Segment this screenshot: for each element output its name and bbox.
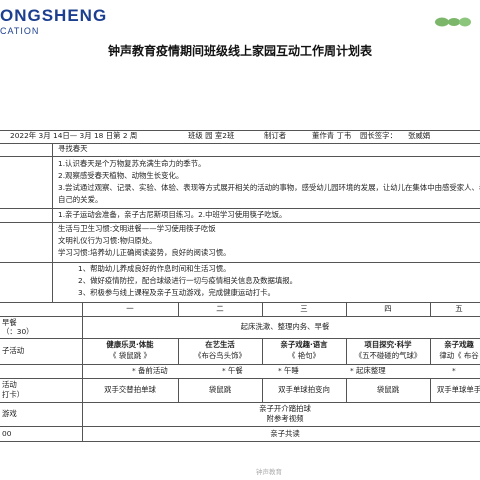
lesson-title: 在艺生活 xyxy=(205,340,235,349)
lesson-name: 《五不碰碰的气球》 xyxy=(354,351,422,360)
principal-name: 张威娟 xyxy=(408,131,431,140)
lessons-row: 子活动 健康乐灵·体能 《 袋鼠跳 》 在艺生活 《布谷鸟头饰》 亲子戏趣·语言… xyxy=(0,339,480,365)
sports-label-2: 打卡） xyxy=(2,390,25,399)
maker-field: 制订者 xyxy=(264,131,287,140)
principal-field: 园长签字： xyxy=(360,131,397,140)
habits-row: 生活与卫生习惯:文明进餐——学习使用筷子吃饭 文明礼仪行为习惯:物归原处。 学习… xyxy=(0,223,480,263)
shared-reading: 亲子共读 xyxy=(270,429,300,438)
goal-line: 2.观察感受春天植物、动物生长变化。 xyxy=(58,171,184,180)
lessons-label: 子活动 xyxy=(2,346,25,355)
goal-line: 3.尝试通过观察、记录、实验、体验、表现等方式展开相关的活动的事物，感受幼儿园环… xyxy=(58,183,480,192)
sport-item: 双手单球拍变向 xyxy=(278,385,330,394)
health-note: 1、帮助幼儿养成良好的作息时间和生活习惯。 xyxy=(78,264,231,273)
routine-item: * 午餐 xyxy=(222,366,243,375)
theme-value: 寻找春天 xyxy=(58,144,88,153)
breakfast-row: 早餐 （：30） 起床洗漱、整理内务、早餐 xyxy=(0,317,480,339)
sport-item: 袋鼠跳 xyxy=(208,385,232,394)
routine-item: * 午睡 xyxy=(278,366,299,375)
sports-row: 活动 打卡） 双手交替拍单球 袋鼠跳 双手单球拍变向 袋鼠跳 双手单球单手 xyxy=(0,379,480,403)
health-note: 3、积极参与线上课程及亲子互动游戏，完成健康运动打卡。 xyxy=(78,288,275,297)
habit-line: 生活与卫生习惯:文明进餐——学习使用筷子吃饭 xyxy=(58,224,216,233)
habit-line: 文明礼仪行为习惯:物归原处。 xyxy=(58,236,157,245)
lesson-title: 亲子戏趣·语言 xyxy=(280,340,328,349)
brand-mark-icon xyxy=(435,17,471,27)
class-field: 班级 园 室2班 xyxy=(188,131,235,140)
info-row: 2022年 3月 14日— 3月 18 日第 2 周 班级 园 室2班 制订者 … xyxy=(0,130,480,144)
goals-row: 1.认识春天是个万物复苏充满生命力的季节。 2.观察感受春天植物、动物生长变化。… xyxy=(0,157,480,209)
weekday-tue: 二 xyxy=(216,304,224,313)
sport-item: 双手单球单手 xyxy=(436,385,480,394)
game-line: 附参考视频 xyxy=(266,414,304,423)
weekday-header-row: 一 二 三 四 五 xyxy=(0,303,480,317)
logo-wordmark: ONGSHENG xyxy=(0,6,108,25)
breakfast-activity: 起床洗漱、整理内务、早餐 xyxy=(240,322,330,331)
health-notes-row: 1、帮助幼儿养成良好的作息时间和生活习惯。 2、做好疫情防控，配合球级进行一切与… xyxy=(0,263,480,303)
lesson-name: 《布谷鸟头饰》 xyxy=(194,351,246,360)
logo-subtitle: CATION xyxy=(0,26,40,36)
daily-routine-row: * 备前活动 * 午餐 * 午睡 * 起床整理 * xyxy=(0,365,480,379)
weekday-fri: 五 xyxy=(455,304,463,313)
lesson-name: 律动《 布谷 xyxy=(439,351,479,360)
teacher-field: 董作青 丁韦 xyxy=(312,131,352,140)
sport-item: 袋鼠跳 xyxy=(376,385,400,394)
goal-line: 1.认识春天是个万物复苏充满生命力的季节。 xyxy=(58,159,206,168)
breakfast-time: （：30） xyxy=(2,327,34,336)
shared-reading-row: 00 亲子共读 xyxy=(0,427,480,442)
weekday-mon: 一 xyxy=(126,304,134,313)
game-label: 游戏 xyxy=(2,409,17,418)
weekday-thu: 四 xyxy=(384,304,392,313)
parent-tasks: 1.亲子运动会准备，亲子古尼斯项目练习。2.中班学习使用筷子吃饭。 xyxy=(58,210,287,219)
weekday-wed: 三 xyxy=(300,304,308,313)
health-note: 2、做好疫情防控，配合球级进行一切与疫情相关信息及数据填报。 xyxy=(78,276,298,285)
sports-label: 活动 xyxy=(2,380,17,389)
routine-item: * 备前活动 xyxy=(132,366,168,375)
watermark: 钟声教育 xyxy=(256,468,282,476)
lesson-title: 项目探究·科学 xyxy=(364,340,412,349)
weekly-plan-table: 2022年 3月 14日— 3月 18 日第 2 周 班级 园 室2班 制订者 … xyxy=(0,68,480,460)
routine-item: * xyxy=(452,366,456,375)
date-range: 2022年 3月 14日— 3月 18 日第 2 周 xyxy=(10,131,138,140)
lesson-name: 《 袋鼠跳 》 xyxy=(109,351,151,360)
lesson-title: 亲子戏趣 xyxy=(444,340,474,349)
game-row: 游戏 亲子开介踏拍球 附参考视频 xyxy=(0,403,480,427)
parent-tasks-row: 1.亲子运动会准备，亲子古尼斯项目练习。2.中班学习使用筷子吃饭。 xyxy=(0,209,480,223)
sport-item: 双手交替拍单球 xyxy=(104,385,156,394)
time-label: 00 xyxy=(2,429,12,438)
lesson-name: 《 艳句》 xyxy=(288,351,320,360)
goal-line: 自己的关爱。 xyxy=(58,195,103,204)
school-logo: ONGSHENG CATION xyxy=(0,6,107,36)
document-title: 钟声教育疫情期间班级线上家园互动工作周计划表 xyxy=(107,44,372,58)
routine-item: * 起床整理 xyxy=(350,366,386,375)
habit-line: 学习习惯:培养幼儿正确阅读姿势，良好的阅读习惯。 xyxy=(58,248,231,257)
game-line: 亲子开介踏拍球 xyxy=(259,404,311,413)
lesson-title: 健康乐灵·体能 xyxy=(106,340,154,349)
theme-row: 寻找春天 xyxy=(0,144,480,157)
